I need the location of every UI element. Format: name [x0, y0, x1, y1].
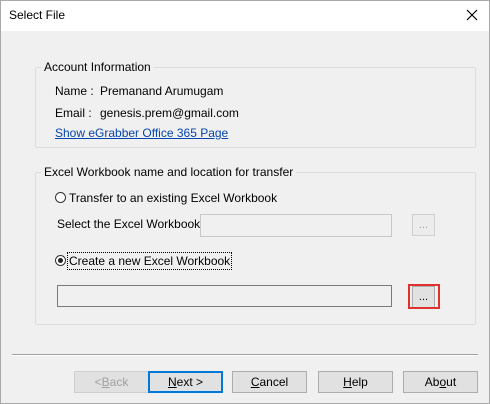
about-prefix: Ab: [424, 375, 440, 389]
back-accelerator: B: [101, 375, 110, 389]
email-label: Email :: [55, 106, 92, 120]
browse-highlight-box: [408, 284, 440, 309]
cancel-rest: ancel: [259, 375, 289, 389]
back-prefix: <: [94, 375, 102, 389]
cancel-accelerator: C: [250, 375, 260, 389]
about-button[interactable]: Ab o ut: [403, 371, 478, 393]
window-title: Select File: [9, 8, 66, 22]
email-value: genesis.prem@gmail.com: [100, 106, 239, 120]
workbook-legend: Excel Workbook name and location for tra…: [41, 165, 297, 179]
footer-divider: [12, 354, 478, 356]
help-button[interactable]: Help: [318, 371, 393, 393]
next-accelerator: N: [167, 375, 177, 389]
show-office365-link[interactable]: Show eGrabber Office 365 Page: [55, 126, 228, 140]
existing-workbook-radio[interactable]: [55, 192, 66, 203]
cancel-button[interactable]: Cancel: [232, 371, 307, 393]
about-rest: ut: [446, 375, 457, 389]
name-value: Premanand Arumugam: [100, 84, 224, 98]
help-rest: elp: [351, 375, 368, 389]
existing-workbook-path-field[interactable]: [200, 214, 392, 237]
back-button[interactable]: < Back: [74, 371, 149, 393]
select-workbook-label: Select the Excel Workbook: [57, 217, 201, 231]
title-bar: Select File: [0, 0, 490, 31]
back-rest: ack: [109, 375, 129, 389]
close-icon-glyph: [466, 9, 478, 21]
next-rest: ext >: [176, 375, 204, 389]
about-accelerator: o: [439, 375, 447, 389]
account-info-legend: Account Information: [41, 60, 154, 74]
existing-workbook-label[interactable]: Transfer to an existing Excel Workbook: [69, 191, 277, 205]
new-workbook-path-field[interactable]: [57, 285, 392, 307]
new-workbook-radio[interactable]: [55, 255, 66, 266]
new-workbook-label[interactable]: Create a new Excel Workbook: [66, 252, 233, 270]
help-accelerator: H: [343, 375, 352, 389]
next-button[interactable]: Next >: [148, 371, 223, 393]
name-label: Name :: [55, 84, 94, 98]
existing-workbook-browse-button[interactable]: ...: [412, 214, 435, 236]
close-icon[interactable]: [460, 4, 484, 26]
